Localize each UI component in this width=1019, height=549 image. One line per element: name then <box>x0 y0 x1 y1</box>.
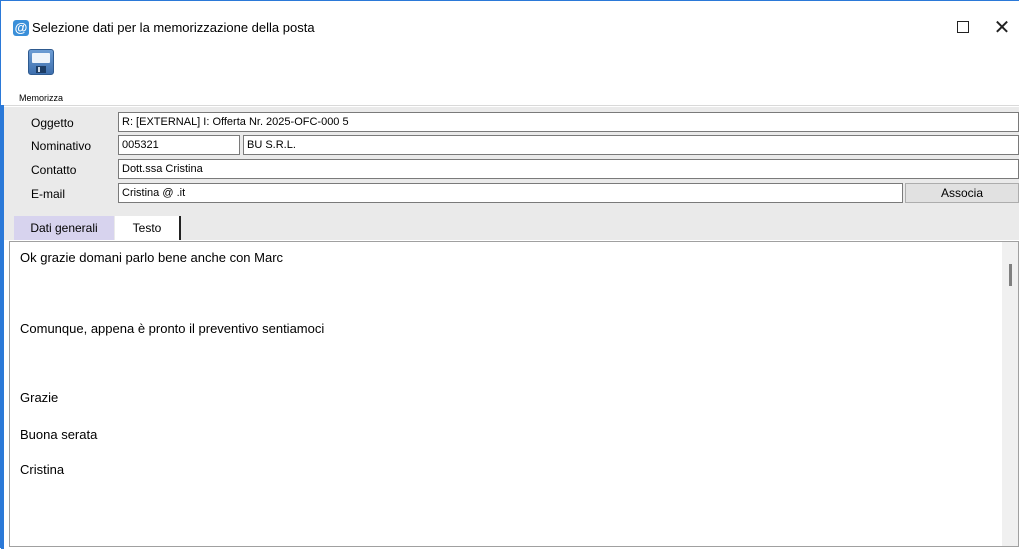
maximize-icon <box>957 21 969 33</box>
nominativo-row: Nominativo 005321 BU S.R.L. <box>1 135 1019 157</box>
close-button[interactable]: ✕ <box>982 13 1019 39</box>
tab-bar: Dati generali Testo <box>1 212 1019 240</box>
scrollbar-thumb[interactable] <box>1009 264 1012 286</box>
save-button-label: Memorizza <box>18 93 63 103</box>
save-button[interactable]: Memorizza <box>11 43 71 103</box>
message-line: Ok grazie domani parlo bene anche con Ma… <box>20 250 284 265</box>
contatto-row: Contatto Dott.ssa Cristina <box>1 159 1019 181</box>
toolbar: Memorizza <box>1 39 1019 106</box>
vertical-scrollbar[interactable] <box>1002 242 1018 546</box>
maximize-button[interactable] <box>943 13 983 39</box>
oggetto-label: Oggetto <box>31 116 74 130</box>
message-line: Comunque, appena è pronto il preventivo … <box>20 321 325 336</box>
window-border <box>1 105 4 549</box>
email-row: E-mail Cristina @ .it Associa <box>1 183 1019 205</box>
email-field[interactable]: Cristina @ .it <box>118 183 903 203</box>
message-line: Grazie <box>20 390 59 405</box>
window-title: Selezione dati per la memorizzazione del… <box>32 20 315 35</box>
title-bar: @ Selezione dati per la memorizzazione d… <box>1 1 1019 39</box>
email-label: E-mail <box>31 187 66 201</box>
message-line: Cristina <box>20 462 65 477</box>
tab-testo[interactable]: Testo <box>115 216 181 240</box>
close-icon: ✕ <box>993 17 1011 39</box>
message-body[interactable]: Ok grazie domani parlo bene anche con Ma… <box>9 241 1019 547</box>
at-sign-icon: @ <box>13 20 29 36</box>
tab-dati-generali[interactable]: Dati generali <box>14 216 114 240</box>
associa-button[interactable]: Associa <box>905 183 1019 203</box>
oggetto-row: Oggetto R: [EXTERNAL] I: Offerta Nr. 202… <box>1 112 1019 134</box>
mail-storage-dialog: @ Selezione dati per la memorizzazione d… <box>0 0 1019 549</box>
oggetto-field[interactable]: R: [EXTERNAL] I: Offerta Nr. 2025-OFC-00… <box>118 112 1019 132</box>
message-line: Buona serata <box>20 427 98 442</box>
contatto-label: Contatto <box>31 163 77 177</box>
mail-data-form: Oggetto R: [EXTERNAL] I: Offerta Nr. 202… <box>1 107 1019 212</box>
nominativo-code-field[interactable]: 005321 <box>118 135 240 155</box>
nominativo-label: Nominativo <box>31 139 92 153</box>
floppy-disk-icon <box>28 49 54 75</box>
contatto-field[interactable]: Dott.ssa Cristina <box>118 159 1019 179</box>
nominativo-name-field[interactable]: BU S.R.L. <box>243 135 1019 155</box>
